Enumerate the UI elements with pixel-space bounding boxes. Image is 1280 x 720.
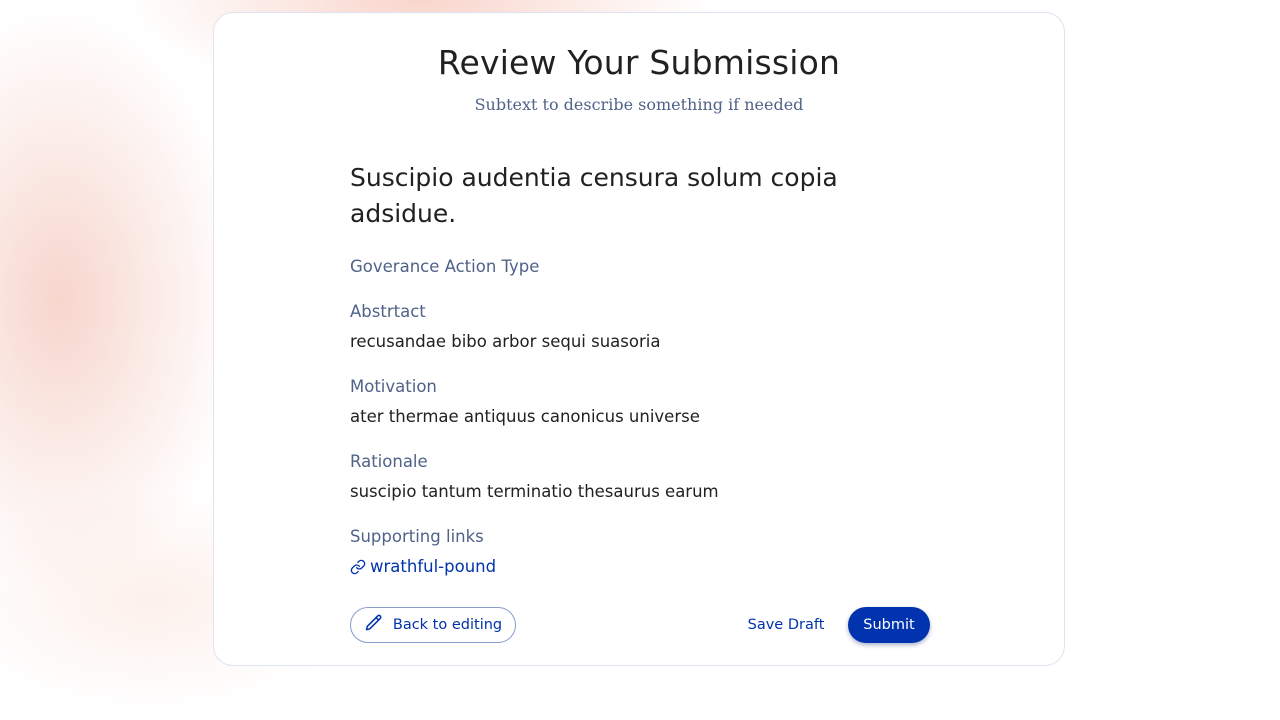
field-label: Rationale <box>350 452 428 471</box>
field-label: Supporting links <box>350 527 484 546</box>
field-label: Motivation <box>350 377 437 396</box>
pencil-icon <box>364 613 384 637</box>
field-motivation: Motivation ater thermae antiquus canonic… <box>350 375 930 429</box>
supporting-link[interactable]: wrathful-pound <box>350 555 930 579</box>
governance-action-type-label: Goverance Action Type <box>350 257 540 276</box>
field-value: suscipio tantum terminatio thesaurus ear… <box>350 482 719 501</box>
field-value: recusandae bibo arbor sequi suasoria <box>350 332 661 351</box>
page-title: Review Your Submission <box>437 43 841 82</box>
field-label: Abstrtact <box>350 302 426 321</box>
review-card: Review Your Submission Subtext to descri… <box>213 12 1065 666</box>
field-abstract: Abstrtact recusandae bibo arbor sequi su… <box>350 300 930 354</box>
back-to-editing-button[interactable]: Back to editing <box>350 607 516 643</box>
proposal-title: Suscipio audentia censura solum copia ad… <box>350 163 838 228</box>
field-value: ater thermae antiquus canonicus universe <box>350 407 700 426</box>
field-rationale: Rationale suscipio tantum terminatio the… <box>350 450 930 504</box>
submission-details: Suscipio audentia censura solum copia ad… <box>350 160 930 579</box>
field-supporting-links: Supporting links wrathful-pound <box>350 525 930 579</box>
back-to-editing-label: Back to editing <box>392 617 503 633</box>
link-icon <box>350 559 366 575</box>
page-subtitle: Subtext to describe something if needed <box>474 95 804 114</box>
supporting-link-text[interactable]: wrathful-pound <box>370 555 496 579</box>
save-draft-button[interactable]: Save Draft <box>740 607 832 643</box>
submit-button[interactable]: Submit <box>848 607 930 643</box>
